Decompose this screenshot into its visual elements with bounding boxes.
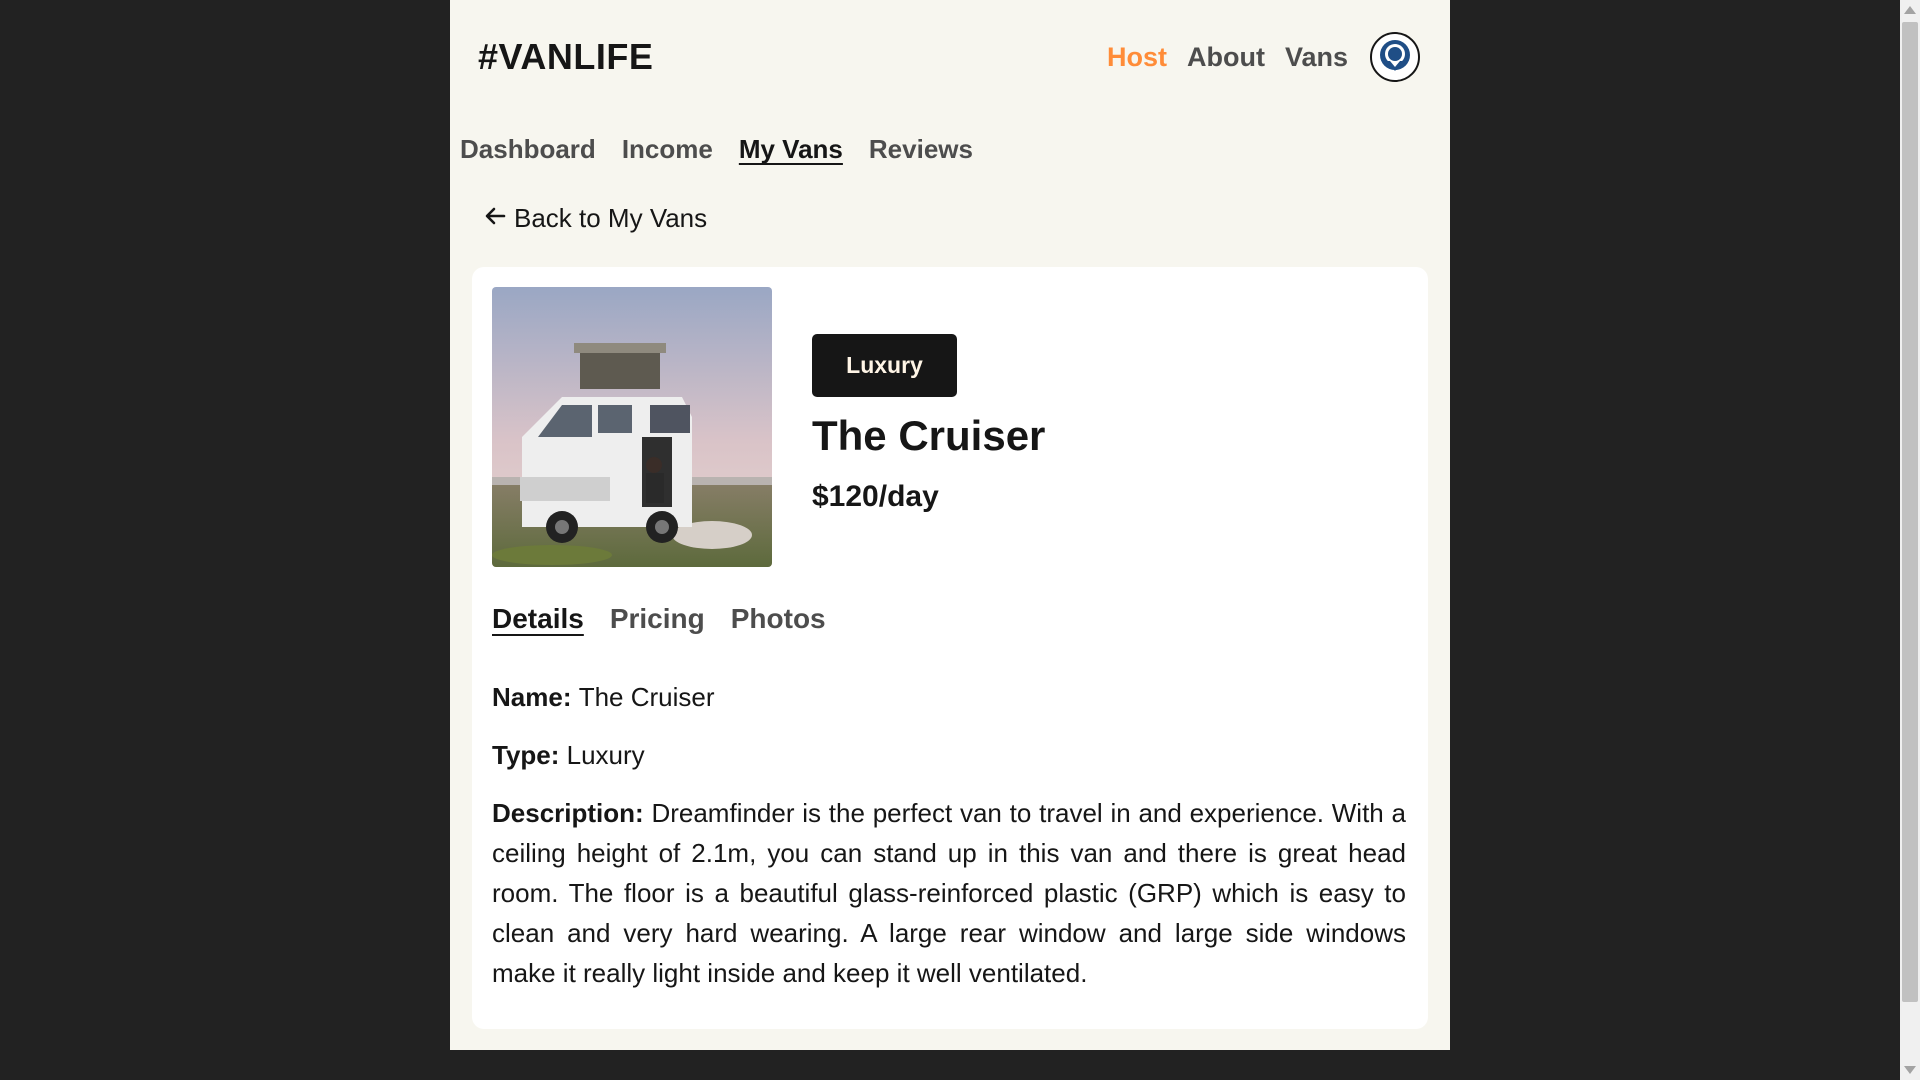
- subnav-dashboard-link[interactable]: Dashboard: [460, 134, 596, 165]
- van-price: $120/day: [812, 480, 939, 513]
- nav-host-link[interactable]: Host: [1107, 42, 1167, 73]
- page-scrollbar[interactable]: [1900, 0, 1920, 1080]
- site-logo[interactable]: #VANLIFE: [478, 36, 653, 78]
- subnav-reviews-link[interactable]: Reviews: [869, 134, 973, 165]
- van-name-heading: The Cruiser: [812, 412, 1046, 459]
- user-avatar-icon[interactable]: [1370, 32, 1420, 82]
- tab-pricing[interactable]: Pricing: [610, 603, 705, 635]
- van-type-badge[interactable]: Luxury: [812, 334, 957, 397]
- detail-description-row: Description: Dreamfinder is the perfect …: [492, 793, 1406, 993]
- arrow-left-icon: [484, 203, 506, 234]
- detail-name-label: Name:: [492, 682, 579, 712]
- tab-photos[interactable]: Photos: [731, 603, 826, 635]
- detail-description-label: Description:: [492, 798, 652, 828]
- scrollbar-thumb[interactable]: [1902, 22, 1918, 1002]
- main-nav: Host About Vans: [1107, 32, 1420, 82]
- nav-about-link[interactable]: About: [1187, 42, 1265, 73]
- subnav-my-vans-link[interactable]: My Vans: [739, 134, 843, 165]
- scroll-up-arrow-icon[interactable]: [1904, 6, 1916, 14]
- detail-type-value: Luxury: [566, 740, 645, 770]
- subnav-income-link[interactable]: Income: [622, 134, 713, 165]
- scroll-down-arrow-icon[interactable]: [1904, 1066, 1916, 1074]
- detail-type-label: Type:: [492, 740, 567, 770]
- nav-vans-link[interactable]: Vans: [1285, 42, 1348, 73]
- van-detail-card: Luxury The Cruiser $120/day Details Pric…: [472, 267, 1428, 1029]
- van-photo: [492, 287, 772, 567]
- back-to-vans-link[interactable]: Back to My Vans: [484, 203, 707, 234]
- tab-details[interactable]: Details: [492, 603, 584, 635]
- site-header: #VANLIFE Host About Vans: [450, 0, 1450, 120]
- van-details-section: Name: The Cruiser Type: Luxury Descripti…: [492, 677, 1406, 1011]
- detail-name-row: Name: The Cruiser: [492, 677, 1406, 717]
- van-detail-tabs: Details Pricing Photos: [492, 603, 852, 635]
- host-subnav: Dashboard Income My Vans Reviews: [460, 134, 999, 165]
- app-container: #VANLIFE Host About Vans Dashboard Incom…: [450, 0, 1450, 1050]
- detail-name-value: The Cruiser: [578, 682, 715, 712]
- back-link-label: Back to My Vans: [514, 203, 708, 233]
- detail-type-row: Type: Luxury: [492, 735, 1406, 775]
